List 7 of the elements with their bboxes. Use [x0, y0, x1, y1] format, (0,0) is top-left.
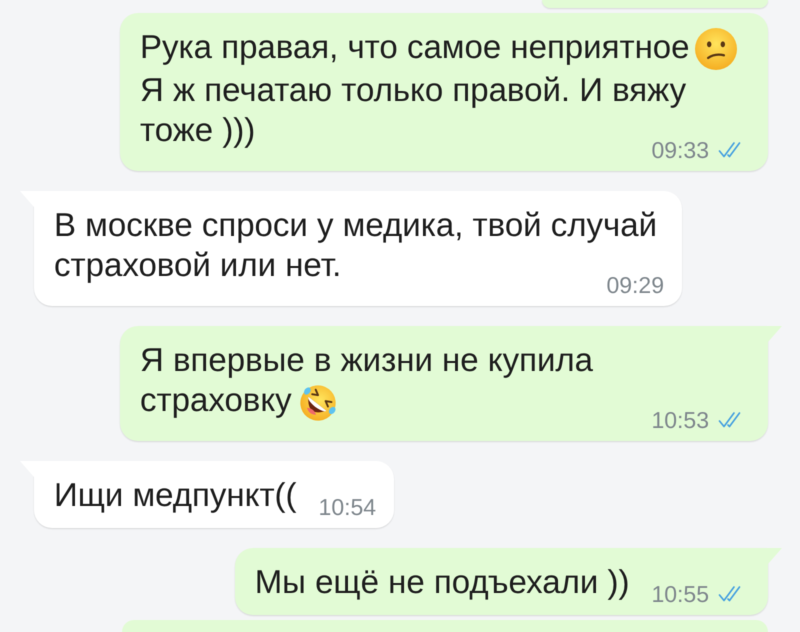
message-text: Рука правая, что самое неприятное	[140, 28, 690, 65]
message-time: 10:54	[318, 494, 376, 520]
message-time: 10:55	[651, 581, 709, 608]
message-text: Мы ещё не подъехали ))	[254, 563, 630, 600]
message-time: 10:53	[651, 407, 709, 434]
message-text: Ищи медпункт((	[54, 476, 297, 514]
message-text: Я впервые в жизни не купила страховку	[140, 341, 594, 418]
